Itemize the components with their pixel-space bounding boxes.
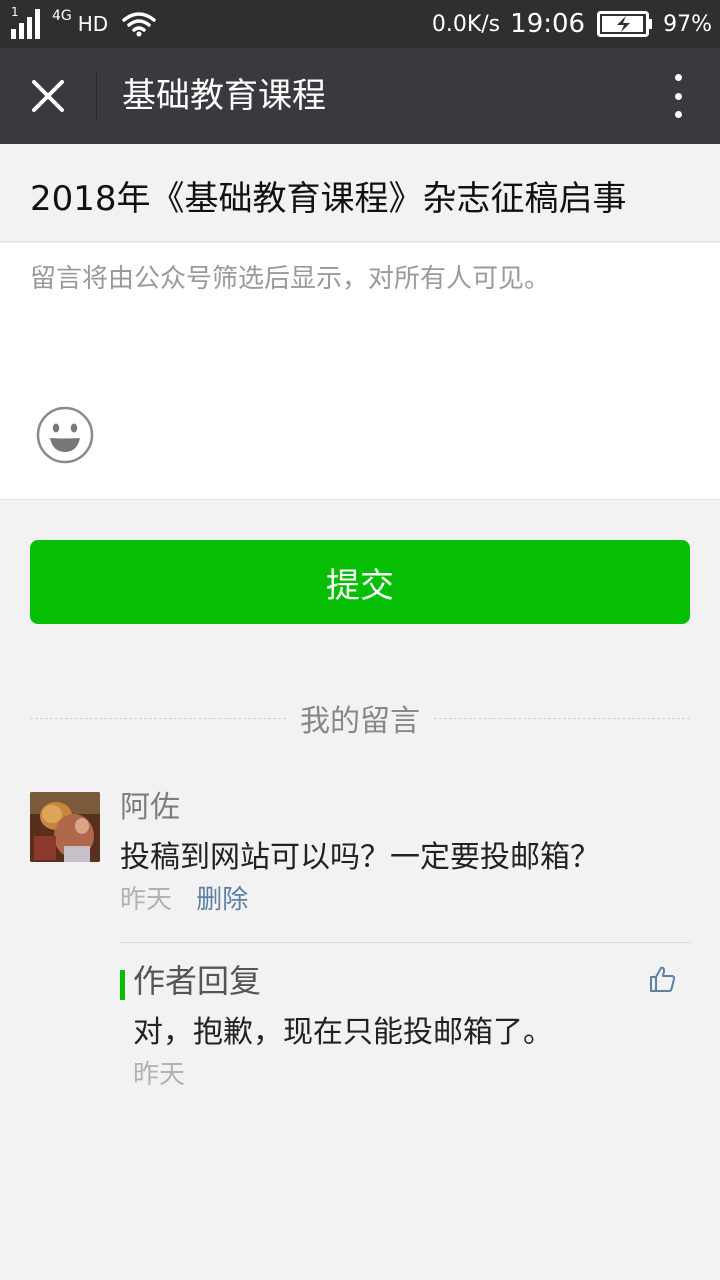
more-vertical-icon-dot bbox=[674, 92, 682, 100]
comment-compose bbox=[0, 243, 720, 500]
title-bar: 基础教育课程 bbox=[0, 48, 720, 144]
divider bbox=[434, 717, 690, 719]
reply-accent-bar bbox=[120, 970, 125, 1000]
battery-percent: 97% bbox=[663, 11, 712, 37]
status-right: 0.0K/s 19:06 97% bbox=[432, 6, 712, 42]
close-button[interactable] bbox=[22, 70, 74, 122]
comment-meta: 昨天 删除 bbox=[120, 884, 690, 916]
comment-nickname: 阿佐 bbox=[120, 790, 180, 825]
comment-body: 阿佐 投稿到网站可以吗？一定要投邮箱？ 昨天 删除 bbox=[120, 790, 690, 916]
submit-button[interactable]: 提交 bbox=[30, 540, 690, 624]
delete-comment-link[interactable]: 删除 bbox=[196, 885, 248, 915]
comment-input[interactable] bbox=[30, 259, 690, 389]
close-icon bbox=[32, 80, 64, 112]
avatar-image bbox=[30, 792, 100, 862]
title-divider bbox=[96, 72, 97, 120]
comment-time: 昨天 bbox=[120, 885, 173, 915]
author-reply: 作者回复 对，抱歉，现在只能投邮箱了。 昨天 bbox=[120, 942, 690, 1092]
reply-text: 对，抱歉，现在只能投邮箱了。 bbox=[133, 1015, 553, 1050]
wifi-icon bbox=[122, 12, 156, 37]
smiley-icon[interactable] bbox=[36, 406, 94, 464]
comment-text: 投稿到网站可以吗？一定要投邮箱？ bbox=[120, 840, 600, 875]
reply-label: 作者回复 bbox=[133, 962, 262, 1000]
clock: 19:06 bbox=[510, 9, 586, 39]
sim-slot-label: 1 bbox=[11, 5, 19, 19]
my-comments-label: 我的留言 bbox=[300, 704, 420, 739]
network-type-label: 4G bbox=[52, 8, 72, 24]
more-button[interactable] bbox=[670, 74, 686, 118]
net-speed: 0.0K/s bbox=[431, 11, 501, 37]
my-comments-header: 我的留言 bbox=[30, 690, 690, 746]
hd-label: HD bbox=[77, 12, 109, 36]
signal-strength-icon: 1 bbox=[10, 5, 44, 41]
status-bar: 1 4G HD 0.0K/s 19:06 97% bbox=[0, 0, 720, 48]
reply-time: 昨天 bbox=[133, 1060, 186, 1090]
article-title: 2018年《基础教育课程》杂志征稿启事 bbox=[0, 144, 720, 242]
more-vertical-icon-dot bbox=[674, 74, 682, 81]
page-title: 基础教育课程 bbox=[122, 76, 326, 116]
thumbs-up-icon[interactable] bbox=[648, 965, 676, 993]
status-left: 1 4G HD bbox=[10, 5, 156, 42]
divider bbox=[30, 717, 286, 719]
avatar bbox=[30, 792, 100, 862]
battery-charging-icon bbox=[597, 11, 653, 37]
more-vertical-icon-dot bbox=[674, 111, 682, 118]
